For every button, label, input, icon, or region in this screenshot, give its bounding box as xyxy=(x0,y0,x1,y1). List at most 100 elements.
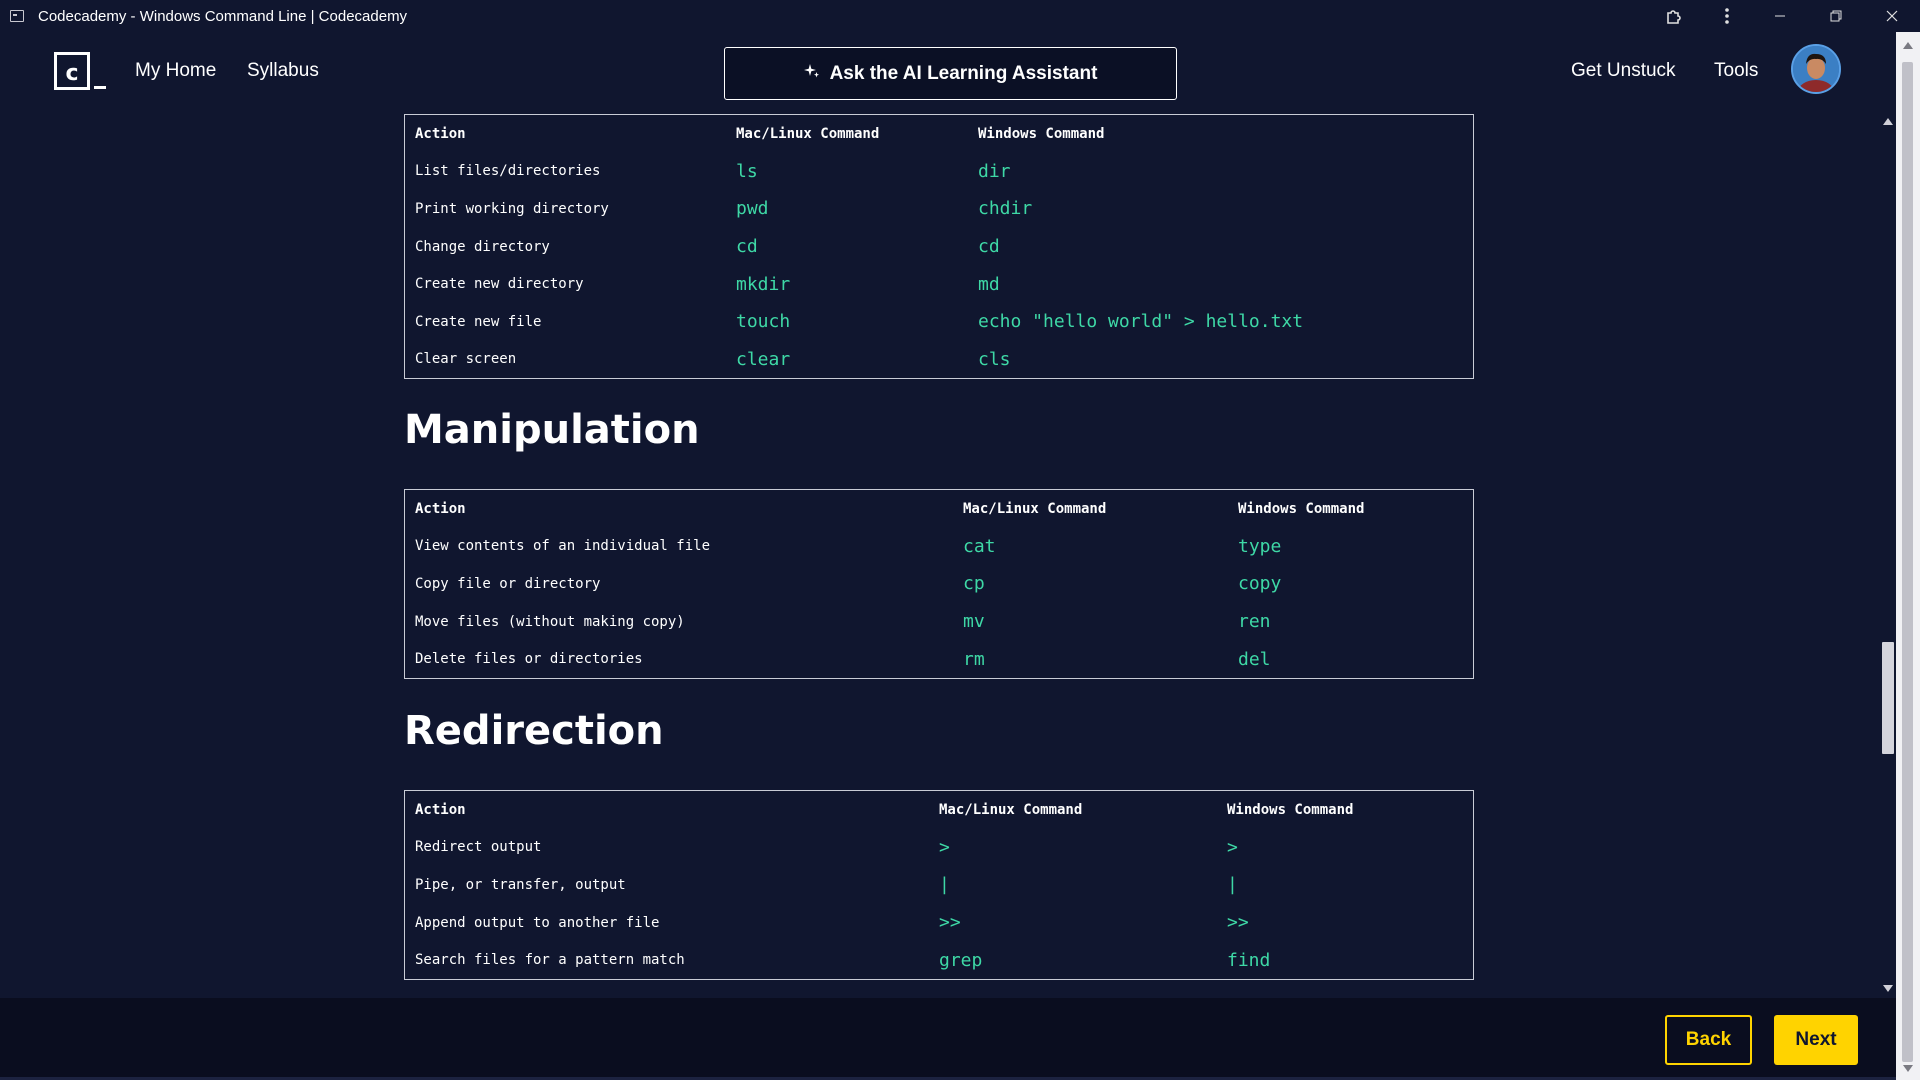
section-title-redirection: Redirection xyxy=(404,708,664,754)
content-scrollbar[interactable] xyxy=(1880,112,1896,998)
mac-linux-command-cell: mkdir xyxy=(736,273,791,295)
action-cell: Append output to another file xyxy=(415,914,660,931)
mac-linux-command-cell: cp xyxy=(963,573,985,595)
table-row: Append output to another file >> >> xyxy=(405,904,1473,942)
window-title: Codecademy - Windows Command Line | Code… xyxy=(38,7,408,25)
mac-linux-command-cell: clear xyxy=(736,348,791,370)
windows-command-cell: echo "hello world" > hello.txt xyxy=(978,311,1304,333)
top-navigation: c My Home Syllabus Ask the AI Learning A… xyxy=(0,32,1920,112)
action-cell: Print working directory xyxy=(415,200,609,217)
nav-syllabus[interactable]: Syllabus xyxy=(247,60,319,82)
column-header: Mac/Linux Command xyxy=(736,125,880,142)
table-row: Pipe, or transfer, output | | xyxy=(405,866,1473,904)
nav-get-unstuck[interactable]: Get Unstuck xyxy=(1571,60,1676,82)
column-header: Action xyxy=(415,500,466,517)
windows-command-cell: > xyxy=(1227,836,1238,858)
sparkle-icon xyxy=(803,63,820,84)
mac-linux-command-cell: rm xyxy=(963,648,985,670)
scroll-down-arrow-icon[interactable] xyxy=(1883,985,1893,992)
window-scrollbar[interactable] xyxy=(1896,32,1920,1080)
action-cell: Move files (without making copy) xyxy=(415,613,685,630)
column-header: Windows Command xyxy=(978,125,1105,142)
tab-icon xyxy=(10,10,24,22)
column-header: Action xyxy=(415,801,466,818)
mac-linux-command-cell: >> xyxy=(939,912,961,934)
manipulation-commands-table: Action Mac/Linux Command Windows Command Vi… xyxy=(404,489,1474,679)
scroll-up-arrow-icon[interactable] xyxy=(1883,118,1893,125)
ai-learning-assistant-button[interactable]: Ask the AI Learning Assistant xyxy=(724,47,1177,100)
windows-command-cell: del xyxy=(1238,648,1271,670)
logo-box: c xyxy=(54,52,90,90)
mac-linux-command-cell: cat xyxy=(963,535,996,557)
redirection-commands-table: Action Mac/Linux Command Windows Command Re… xyxy=(404,790,1474,980)
action-cell: Copy file or directory xyxy=(415,575,601,592)
section-title-manipulation: Manipulation xyxy=(404,407,700,453)
action-cell: List files/directories xyxy=(415,163,601,180)
table-header-row: Action Mac/Linux Command Windows Command xyxy=(405,115,1473,153)
logo-underscore xyxy=(94,86,106,89)
table-row: List files/directories ls dir xyxy=(405,153,1473,191)
codecademy-logo[interactable]: c xyxy=(54,52,106,92)
next-button[interactable]: Next xyxy=(1774,1015,1858,1065)
windows-command-cell: | xyxy=(1227,874,1238,896)
table-row: View contents of an individual file cat ty… xyxy=(405,528,1473,566)
mac-linux-command-cell: pwd xyxy=(736,198,769,220)
back-button[interactable]: Back xyxy=(1665,1015,1752,1065)
mac-linux-command-cell: > xyxy=(939,836,950,858)
ai-button-label: Ask the AI Learning Assistant xyxy=(829,62,1098,84)
windows-command-cell: ren xyxy=(1238,611,1271,633)
table-row: Move files (without making copy) mv ren xyxy=(405,603,1473,641)
mac-linux-command-cell: ls xyxy=(736,160,758,182)
lesson-footer: Back Next xyxy=(0,998,1896,1080)
windows-command-cell: find xyxy=(1227,949,1271,971)
table-row: Delete files or directories rm del xyxy=(405,640,1473,678)
table-row: Create new file touch echo "hello world" >… xyxy=(405,303,1473,341)
action-cell: View contents of an individual file xyxy=(415,538,711,555)
action-cell: Change directory xyxy=(415,238,550,255)
windows-command-cell: copy xyxy=(1238,573,1282,595)
nav-tools[interactable]: Tools xyxy=(1714,60,1758,82)
action-cell: Pipe, or transfer, output xyxy=(415,876,626,893)
column-header: Windows Command xyxy=(1227,801,1354,818)
mac-linux-command-cell: grep xyxy=(939,949,983,971)
column-header: Mac/Linux Command xyxy=(963,500,1107,517)
windows-command-cell: >> xyxy=(1227,912,1249,934)
table-row: Search files for a pattern match grep find xyxy=(405,941,1473,979)
column-header: Action xyxy=(415,125,466,142)
windows-command-cell: md xyxy=(978,273,1000,295)
action-cell: Redirect output xyxy=(415,839,542,856)
windows-command-cell: cd xyxy=(978,236,1000,258)
close-icon[interactable] xyxy=(1864,0,1920,32)
action-cell: Create new file xyxy=(415,313,542,330)
navigation-commands-table: Action Mac/Linux Command Windows Command Li… xyxy=(404,114,1474,380)
extensions-icon[interactable] xyxy=(1646,0,1702,32)
windows-command-cell: chdir xyxy=(978,198,1033,220)
column-header: Mac/Linux Command xyxy=(939,801,1083,818)
scrollbar-thumb[interactable] xyxy=(1882,642,1894,754)
table-row: Clear screen clear cls xyxy=(405,341,1473,379)
mac-linux-command-cell: mv xyxy=(963,611,985,633)
action-cell: Create new directory xyxy=(415,276,584,293)
windows-command-cell: type xyxy=(1238,535,1282,557)
lesson-content: Action Mac/Linux Command Windows Command Li… xyxy=(0,112,1880,998)
table-row: Print working directory pwd chdir xyxy=(405,190,1473,228)
mac-linux-command-cell: | xyxy=(939,874,950,896)
window-scroll-down-icon[interactable] xyxy=(1903,1065,1913,1072)
mac-linux-command-cell: touch xyxy=(736,311,791,333)
table-header-row: Action Mac/Linux Command Windows Command xyxy=(405,791,1473,829)
more-options-icon[interactable] xyxy=(1702,0,1752,32)
table-row: Change directory cd cd xyxy=(405,228,1473,266)
restore-icon[interactable] xyxy=(1808,0,1864,32)
table-header-row: Action Mac/Linux Command Windows Command xyxy=(405,490,1473,528)
user-avatar[interactable] xyxy=(1791,44,1841,94)
window-scroll-up-icon[interactable] xyxy=(1903,42,1913,49)
window-title-bar: Codecademy - Windows Command Line | Code… xyxy=(0,0,1920,32)
window-scrollbar-thumb[interactable] xyxy=(1902,62,1913,1062)
action-cell: Delete files or directories xyxy=(415,651,643,668)
column-header: Windows Command xyxy=(1238,500,1365,517)
action-cell: Search files for a pattern match xyxy=(415,952,685,969)
nav-my-home[interactable]: My Home xyxy=(135,60,216,82)
windows-command-cell: cls xyxy=(978,348,1011,370)
minimize-icon[interactable] xyxy=(1752,0,1808,32)
windows-command-cell: dir xyxy=(978,160,1011,182)
